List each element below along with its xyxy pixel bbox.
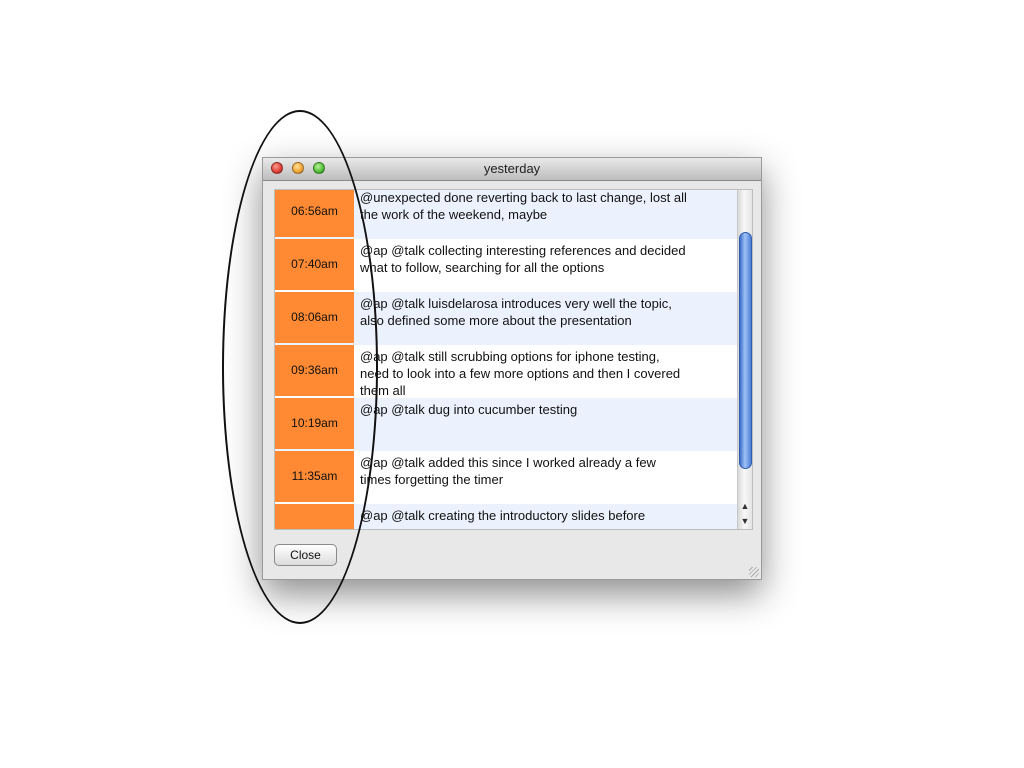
entry-time [275,504,354,529]
list-item[interactable]: 10:19am @ap @talk dug into cucumber testi… [275,398,738,451]
window-title: yesterday [483,161,541,176]
entry-text: @ap @talk still scrubbing options for ip… [360,349,681,398]
entry-text: @ap @talk luisdelarosa introduces very w… [360,296,672,328]
entry-text: @ap @talk collecting interesting referen… [360,243,686,275]
close-button[interactable]: Close [274,544,337,566]
scroll-down-arrow-icon[interactable]: ▼ [738,514,752,528]
entry-time: 09:36am [275,345,354,396]
entry-time: 11:35am [275,451,354,502]
entries-list-content: 06:56am @unexpected done reverting back t… [275,190,738,529]
list-item[interactable]: 08:06am @ap @talk luisdelarosa introduces… [275,292,738,345]
scroll-up-arrow-icon[interactable]: ▲ [738,499,752,513]
title-bar[interactable]: yesterday [263,158,761,181]
list-item[interactable]: 09:36am @ap @talk still scrubbing options… [275,345,738,398]
resize-grip-icon[interactable] [749,567,759,577]
entry-text: @ap @talk added this since I worked alre… [360,455,656,487]
entry-text: @unexpected done reverting back to last … [360,190,687,222]
entry-time: 10:19am [275,398,354,449]
scrollbar-thumb[interactable] [739,232,752,469]
entries-list: 06:56am @unexpected done reverting back t… [274,189,753,530]
entry-time: 06:56am [275,190,354,237]
entry-text: @ap @talk dug into cucumber testing [360,402,578,417]
list-item[interactable]: 11:35am @ap @talk added this since I work… [275,451,738,504]
entry-time: 08:06am [275,292,354,343]
list-item[interactable]: 06:56am @unexpected done reverting back t… [275,190,738,239]
vertical-scrollbar[interactable]: ▲ ▼ [737,190,752,529]
entry-text: @ap @talk creating the introductory slid… [360,508,646,523]
list-item[interactable]: @ap @talk creating the introductory slid… [275,504,738,529]
entry-time: 07:40am [275,239,354,290]
yesterday-window: yesterday 06:56am @unexpected done revert… [262,157,762,580]
list-item[interactable]: 07:40am @ap @talk collecting interesting … [275,239,738,292]
